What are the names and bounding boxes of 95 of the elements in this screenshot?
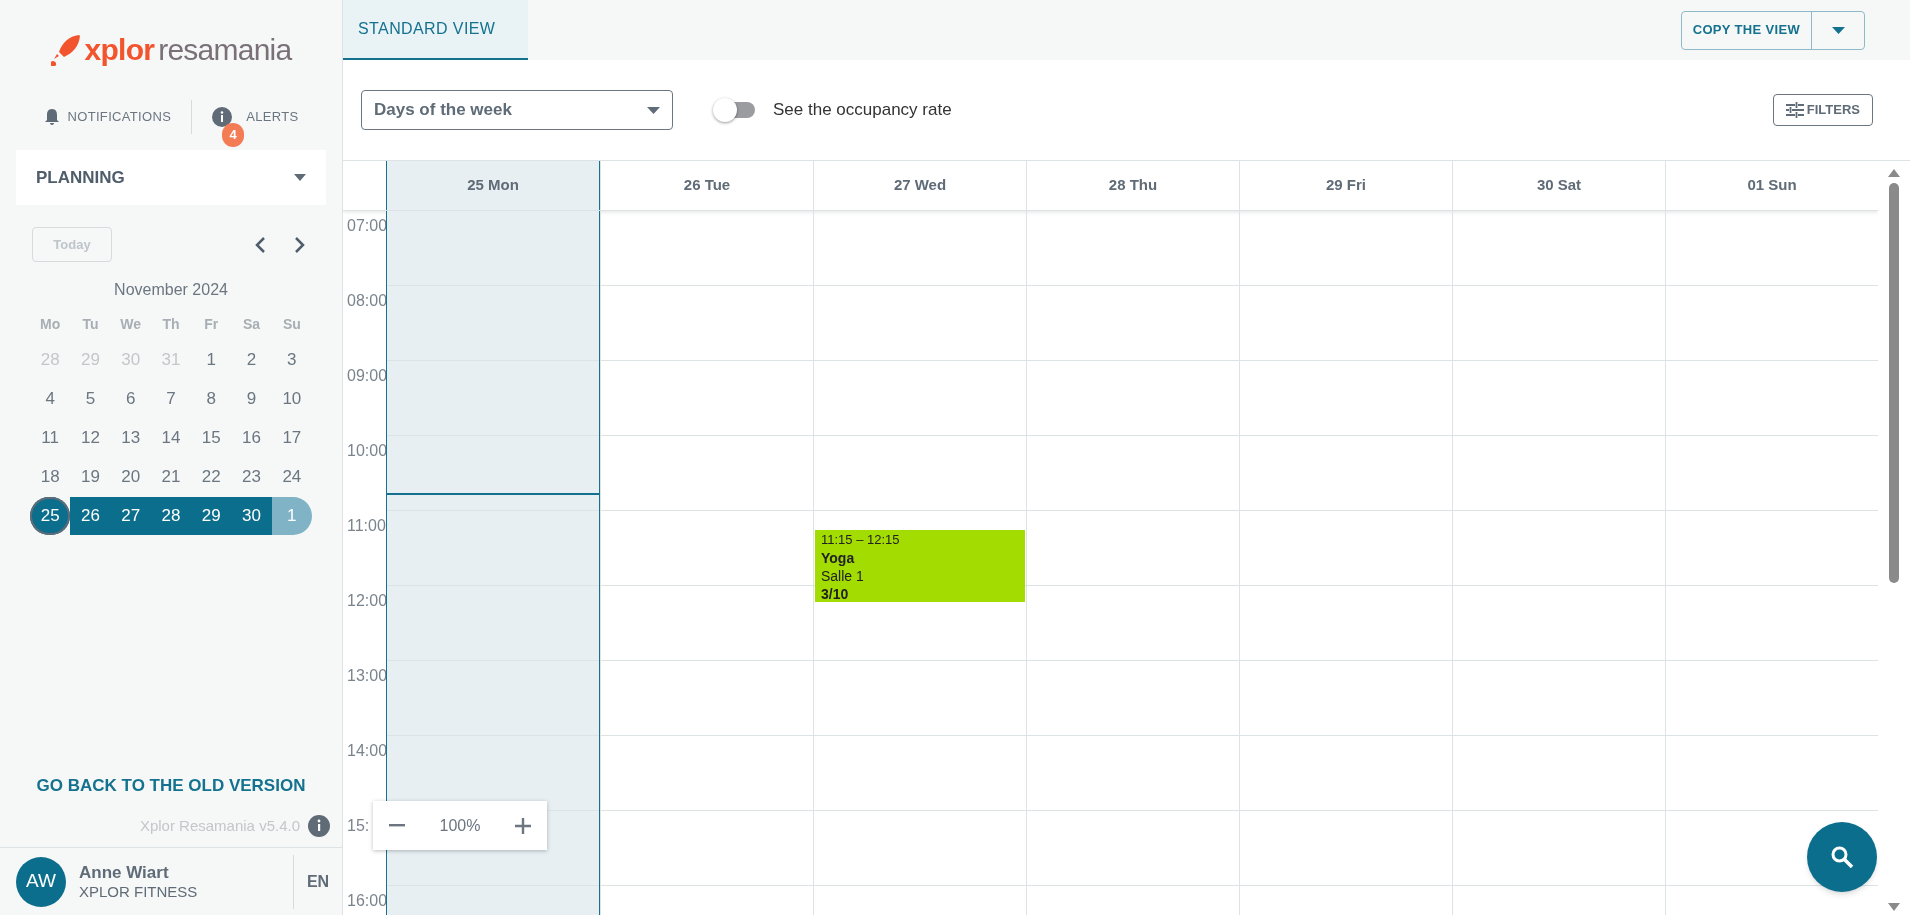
weekday-label: Su [281,314,302,334]
calendar-day[interactable]: 8 [191,379,232,418]
calendar-day[interactable]: 7 [150,379,192,418]
hour-label: 08:00 [347,291,388,311]
day-header: 25 Mon [386,161,600,210]
info-icon[interactable] [308,814,330,837]
calendar-day[interactable]: 24 [271,457,312,496]
hour-label: 16:00 [347,891,388,911]
calendar-day[interactable]: 21 [150,457,192,496]
calendar-day[interactable]: 29 [191,496,232,535]
hour-label: 11:00 [347,516,386,536]
calendar-day[interactable]: 14 [150,418,192,457]
calendar-day[interactable]: 20 [110,457,151,496]
sliders-icon [1785,102,1804,118]
calendar-day[interactable]: 26 [70,496,111,535]
calendar-day[interactable]: 27 [110,496,151,535]
calendar-day[interactable]: 11 [30,418,71,457]
caret-icon[interactable] [1831,26,1845,34]
weekday-label: Th [161,314,181,334]
calendar-day[interactable]: 5 [70,379,111,418]
hour-label: 09:00 [347,366,388,386]
copy-view-button[interactable]: COPY THE VIEW [1680,10,1865,50]
calendar-day[interactable]: 17 [271,418,312,457]
hour-label: 12:00 [347,591,388,611]
hour-label: 07:00 [347,216,388,236]
calendar-day[interactable]: 23 [231,457,272,496]
alert-count-badge: 4 [222,123,245,147]
logo-brand: xplor [84,35,155,65]
calendar-day[interactable]: 9 [231,379,272,418]
language-button[interactable]: EN [294,869,342,894]
next-icon[interactable] [292,235,306,254]
calendar-day[interactable]: 4 [30,379,71,418]
day-header: 30 Sat [1452,161,1665,210]
view-tab[interactable]: STANDARD VIEW [343,0,528,60]
event-room: Salle 1 [821,566,865,585]
zoom-level: 100% [439,815,481,836]
calendar-day[interactable]: 12 [70,418,111,457]
scroll-down-icon[interactable] [1888,903,1900,911]
event-title: Yoga [821,548,856,567]
day-header: 26 Tue [600,161,813,210]
weekday-label: Sa [242,314,262,334]
notifications-button[interactable]: NOTIFICATIONS [67,107,172,127]
weekday-label: Mo [39,314,62,334]
calendar-day[interactable]: 18 [30,457,71,496]
search-button[interactable] [1807,822,1877,892]
calendar-day[interactable]: 10 [271,379,312,418]
day-header: 29 Fri [1239,161,1452,210]
rocket-icon [50,34,81,66]
calendar-day[interactable]: 16 [231,418,272,457]
calendar-day[interactable]: 1 [191,340,232,379]
month-title: November 2024 [113,280,229,300]
day-header: 28 Thu [1026,161,1239,210]
calendar-day[interactable]: 15 [191,418,232,457]
calendar-day[interactable]: 3 [271,340,312,379]
event-card[interactable]: 11:15 – 12:15 Yoga Salle 1 3/10 [815,529,1025,602]
user-name: Anne Wiart [79,861,170,883]
caret-icon [294,174,306,181]
caret-icon [647,106,660,114]
hour-label: 15: [347,816,370,836]
weekday-label: We [119,314,143,334]
event-occupancy: 3/10 [821,584,850,603]
planning-label: PLANNING [36,166,125,189]
filters-button[interactable]: FILTERS [1772,94,1873,126]
day-header: 27 Wed [813,161,1026,210]
occupancy-label: See the occupancy rate [773,99,952,122]
logo-product: resamania [158,35,292,65]
planning-dropdown[interactable]: PLANNING [16,150,326,205]
hour-label: 14:00 [347,741,388,761]
weekday-label: Tu [81,314,100,334]
bell-icon [43,108,60,126]
view-select[interactable]: Days of the week [361,90,673,130]
calendar-day[interactable]: 28 [150,496,192,535]
calendar-day[interactable]: 19 [70,457,111,496]
calendar-day[interactable]: 13 [110,418,151,457]
company-name: XPLOR FITNESS [79,882,199,902]
zoom-in-icon[interactable] [515,817,531,834]
calendar-day[interactable]: 22 [191,457,232,496]
scroll-up-icon[interactable] [1888,169,1900,177]
hour-label: 10:00 [347,441,388,461]
weekday-label: Fr [203,314,220,334]
calendar-day[interactable]: 6 [110,379,151,418]
calendar-day[interactable]: 2 [231,340,272,379]
previous-icon[interactable] [254,235,268,254]
zoom-out-icon[interactable] [389,824,405,827]
calendar-day[interactable]: 1 [271,496,312,535]
event-time: 11:15 – 12:15 [821,530,901,549]
old-version-link[interactable]: GO BACK TO THE OLD VERSION [36,773,306,799]
hour-label: 13:00 [347,666,388,686]
scrollbar-thumb[interactable] [1889,183,1899,583]
calendar-day[interactable]: 25 [30,496,71,535]
alerts-button[interactable]: ALERTS [246,107,299,127]
calendar-day[interactable]: 30 [231,496,272,535]
search-icon [1830,845,1854,869]
info-icon [212,107,233,127]
user-avatar[interactable]: AW [16,856,66,907]
